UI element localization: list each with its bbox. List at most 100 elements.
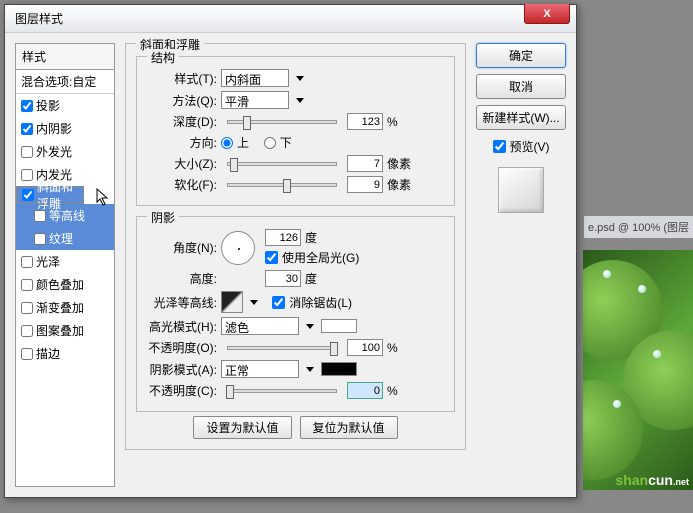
antialias-label: 消除锯齿(L) (289, 294, 352, 311)
style-item-外发光[interactable]: 外发光 (16, 140, 114, 163)
angle-input[interactable] (265, 229, 301, 246)
new-style-button[interactable]: 新建样式(W)... (476, 105, 566, 130)
altitude-label: 高度: (145, 270, 217, 287)
style-item-纹理[interactable]: 纹理 (16, 227, 114, 250)
style-item-label: 外发光 (36, 143, 72, 160)
angle-dial[interactable] (221, 231, 255, 265)
style-item-渐变叠加[interactable]: 渐变叠加 (16, 296, 114, 319)
gloss-contour-picker[interactable] (221, 291, 243, 313)
direction-down-label: 下 (280, 134, 292, 151)
antialias-checkbox[interactable] (272, 296, 285, 309)
style-item-描边[interactable]: 描边 (16, 342, 114, 365)
global-light-checkbox[interactable] (265, 251, 278, 264)
angle-label: 角度(N): (145, 239, 217, 256)
structure-fieldset: 结构 样式(T): 内斜面 方法(Q): 平滑 深度(D): (136, 56, 455, 206)
reset-default-button[interactable]: 复位为默认值 (300, 416, 398, 439)
shadow-color-swatch[interactable] (321, 362, 357, 376)
style-item-斜面和浮雕[interactable]: 斜面和浮雕 (16, 186, 84, 204)
style-checkbox[interactable] (22, 189, 34, 201)
shading-fieldset: 阴影 角度(N): 度 使用全局光(G) (136, 216, 455, 412)
highlight-opacity-slider[interactable] (227, 346, 337, 350)
chevron-down-icon[interactable] (247, 293, 261, 311)
highlight-opacity-input[interactable] (347, 339, 383, 356)
size-slider[interactable] (227, 162, 337, 166)
style-item-图案叠加[interactable]: 图案叠加 (16, 319, 114, 342)
style-item-投影[interactable]: 投影 (16, 94, 114, 117)
style-checkbox[interactable] (21, 348, 33, 360)
style-checkbox[interactable] (34, 233, 46, 245)
chevron-down-icon[interactable] (293, 69, 307, 87)
style-item-label: 等高线 (49, 207, 85, 224)
soften-slider[interactable] (227, 183, 337, 187)
direction-up-label: 上 (237, 134, 249, 151)
size-input[interactable] (347, 155, 383, 172)
blend-options-item[interactable]: 混合选项:自定 (16, 70, 114, 94)
soften-input[interactable] (347, 176, 383, 193)
layer-style-dialog: 图层样式 X 样式 混合选项:自定 投影内阴影外发光内发光斜面和浮雕等高线纹理光… (4, 4, 577, 498)
depth-input[interactable] (347, 113, 383, 130)
highlight-opacity-label: 不透明度(O): (145, 339, 217, 356)
size-unit: 像素 (387, 155, 415, 172)
background-image: shancun.net (583, 250, 693, 490)
angle-unit: 度 (305, 229, 317, 246)
ok-button[interactable]: 确定 (476, 43, 566, 68)
make-default-button[interactable]: 设置为默认值 (193, 416, 291, 439)
style-item-内阴影[interactable]: 内阴影 (16, 117, 114, 140)
preview-checkbox[interactable] (493, 140, 506, 153)
shadow-opacity-label: 不透明度(C): (145, 382, 217, 399)
style-item-label: 渐变叠加 (36, 299, 84, 316)
highlight-color-swatch[interactable] (321, 319, 357, 333)
style-checkbox[interactable] (21, 169, 33, 181)
style-checkbox[interactable] (21, 256, 33, 268)
styles-header[interactable]: 样式 (16, 44, 114, 70)
shadow-mode-label: 阴影模式(A): (145, 361, 217, 378)
shadow-opacity-slider[interactable] (227, 389, 337, 393)
bevel-fieldset: 斜面和浮雕 结构 样式(T): 内斜面 方法(Q): 平滑 深度(D): (125, 43, 466, 450)
direction-down-radio[interactable] (264, 137, 276, 149)
highlight-mode-label: 高光模式(H): (145, 318, 217, 335)
soften-unit: 像素 (387, 176, 415, 193)
close-button[interactable]: X (524, 4, 570, 24)
direction-label: 方向: (145, 134, 217, 151)
global-light-label: 使用全局光(G) (282, 249, 359, 266)
direction-up-radio[interactable] (221, 137, 233, 149)
style-item-label: 纹理 (49, 230, 73, 247)
technique-label: 方法(Q): (145, 92, 217, 109)
depth-slider[interactable] (227, 120, 337, 124)
shadow-opacity-unit: % (387, 384, 415, 398)
style-item-label: 描边 (36, 345, 60, 362)
structure-legend: 结构 (147, 49, 179, 66)
preview-label: 预览(V) (510, 138, 550, 155)
shadow-mode-select[interactable]: 正常 (221, 360, 299, 378)
highlight-mode-select[interactable]: 滤色 (221, 317, 299, 335)
chevron-down-icon[interactable] (303, 317, 317, 335)
style-checkbox[interactable] (21, 100, 33, 112)
style-checkbox[interactable] (21, 279, 33, 291)
altitude-input[interactable] (265, 270, 301, 287)
style-checkbox[interactable] (21, 123, 33, 135)
styles-list: 样式 混合选项:自定 投影内阴影外发光内发光斜面和浮雕等高线纹理光泽颜色叠加渐变… (15, 43, 115, 487)
window-title: 图层样式 (15, 10, 63, 27)
preview-swatch (498, 167, 544, 213)
style-checkbox[interactable] (21, 146, 33, 158)
style-checkbox[interactable] (21, 325, 33, 337)
style-checkbox[interactable] (21, 302, 33, 314)
style-checkbox[interactable] (34, 210, 46, 222)
chevron-down-icon[interactable] (293, 91, 307, 109)
dialog-buttons: 确定 取消 新建样式(W)... 预览(V) (476, 43, 566, 487)
soften-label: 软化(F): (145, 176, 217, 193)
style-item-颜色叠加[interactable]: 颜色叠加 (16, 273, 114, 296)
technique-select[interactable]: 平滑 (221, 91, 289, 109)
shadow-opacity-input[interactable] (347, 382, 383, 399)
style-item-光泽[interactable]: 光泽 (16, 250, 114, 273)
titlebar[interactable]: 图层样式 X (5, 5, 576, 33)
chevron-down-icon[interactable] (303, 360, 317, 378)
style-item-等高线[interactable]: 等高线 (16, 204, 114, 227)
watermark: shancun.net (615, 472, 689, 488)
style-select[interactable]: 内斜面 (221, 69, 289, 87)
size-label: 大小(Z): (145, 155, 217, 172)
depth-unit: % (387, 115, 415, 129)
shading-legend: 阴影 (147, 209, 179, 226)
cancel-button[interactable]: 取消 (476, 74, 566, 99)
highlight-opacity-unit: % (387, 341, 415, 355)
